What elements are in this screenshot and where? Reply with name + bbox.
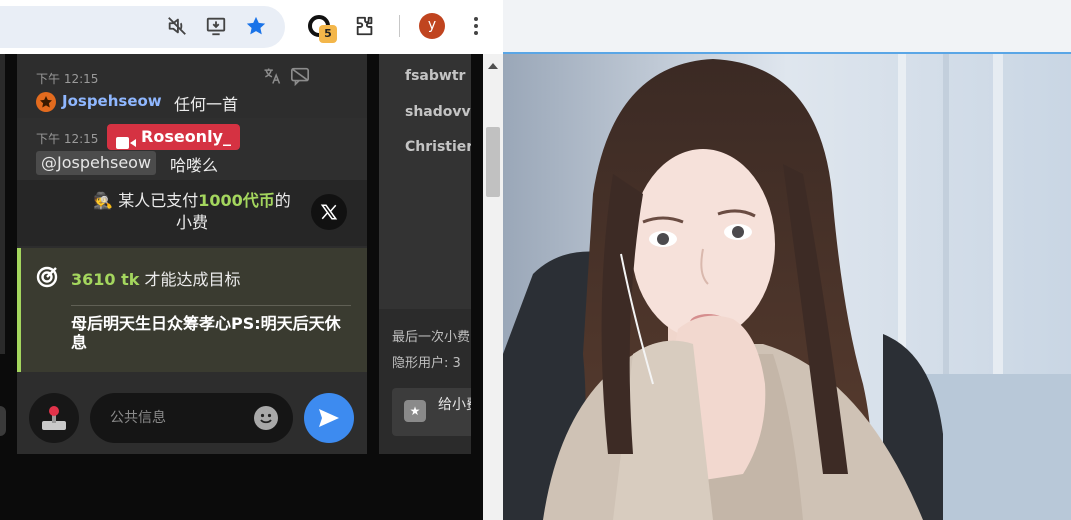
spy-icon: 🕵: [93, 191, 114, 210]
translate-icon[interactable]: [262, 66, 282, 90]
tip-button[interactable]: ★ 给小费: [392, 388, 471, 436]
user-level-star-icon: [36, 92, 56, 112]
message-username[interactable]: Jospehseow: [62, 92, 162, 110]
goal-description: 母后明天生日众筹孝心PS:明天后天休息: [71, 314, 341, 352]
message-time: 下午 12:15: [36, 72, 99, 86]
install-app-icon[interactable]: [201, 11, 231, 41]
users-panel: fsabwtr | shadovv Christier 最后一次小费 隐形用户:…: [379, 54, 471, 454]
extension-badge: 5: [319, 25, 337, 43]
toolbar-separator: [399, 15, 400, 37]
hidden-users-count: 隐形用户: 3: [392, 356, 461, 371]
joystick-icon[interactable]: [29, 393, 79, 443]
emoji-icon[interactable]: [254, 406, 278, 430]
broadcaster-name-badge[interactable]: Roseonly_: [107, 124, 240, 150]
goal-progress: 3610 tk 才能达成目标: [71, 266, 241, 290]
user-list-item[interactable]: shadovv: [405, 104, 471, 120]
send-button[interactable]: [304, 393, 354, 443]
mute-tab-icon[interactable]: [162, 11, 192, 41]
browser-toolbar: 5 y: [0, 0, 503, 54]
video-window-header: [503, 0, 1071, 53]
send-icon: [319, 409, 339, 427]
gift-star-icon: ★: [404, 400, 426, 422]
tip-button-label: 给小费: [438, 397, 471, 413]
mention-tag[interactable]: @Jospehseow: [36, 151, 157, 175]
broadcaster-name: Roseonly_: [141, 127, 231, 146]
tip-text: 🕵 某人已支付1000代币的小费: [87, 190, 297, 234]
goal-divider: [71, 305, 351, 306]
tip-prefix: 某人已支付: [118, 191, 199, 210]
chat-input-row: [17, 384, 367, 454]
message-text: 哈喽么: [170, 156, 219, 175]
message-time: 下午 12:15: [36, 132, 99, 146]
more-menu-icon[interactable]: [461, 11, 491, 41]
user-list-item[interactable]: fsabwtr |: [405, 68, 471, 84]
goal-tokens: 3610 tk: [71, 270, 140, 289]
message-text: 任何一首: [174, 95, 239, 114]
profile-avatar[interactable]: y: [419, 13, 445, 39]
page-scrollbar[interactable]: [483, 54, 503, 520]
chat-browser-window: 5 y 下午 12:15 Jospehseow 任何一首 下午 12:15 Ro…: [0, 0, 503, 520]
chat-panel: 下午 12:15 Jospehseow 任何一首 下午 12:15 Roseon…: [17, 54, 367, 454]
x-share-icon[interactable]: [311, 194, 347, 230]
users-footer: 最后一次小费 隐形用户: 3 ★ 给小费: [379, 309, 471, 454]
puzzle-extensions-icon[interactable]: [350, 11, 380, 41]
scroll-up-arrow-icon[interactable]: [488, 63, 498, 69]
goal-text: 才能达成目标: [144, 270, 241, 289]
hide-message-icon[interactable]: [289, 66, 311, 90]
user-list-item[interactable]: Christier: [405, 139, 471, 155]
video-browser-window: [503, 0, 1071, 520]
left-side-panel: [0, 54, 5, 354]
side-button[interactable]: [0, 406, 6, 436]
live-video-stream[interactable]: [503, 54, 1071, 520]
bookmark-star-icon[interactable]: [241, 11, 271, 41]
target-icon: [35, 265, 59, 293]
scroll-thumb[interactable]: [486, 127, 500, 197]
tip-amount: 1000代币: [198, 191, 275, 210]
goal-panel: 3610 tk 才能达成目标 母后明天生日众筹孝心PS:明天后天休息: [17, 248, 367, 372]
last-tip-label: 最后一次小费: [392, 330, 471, 345]
